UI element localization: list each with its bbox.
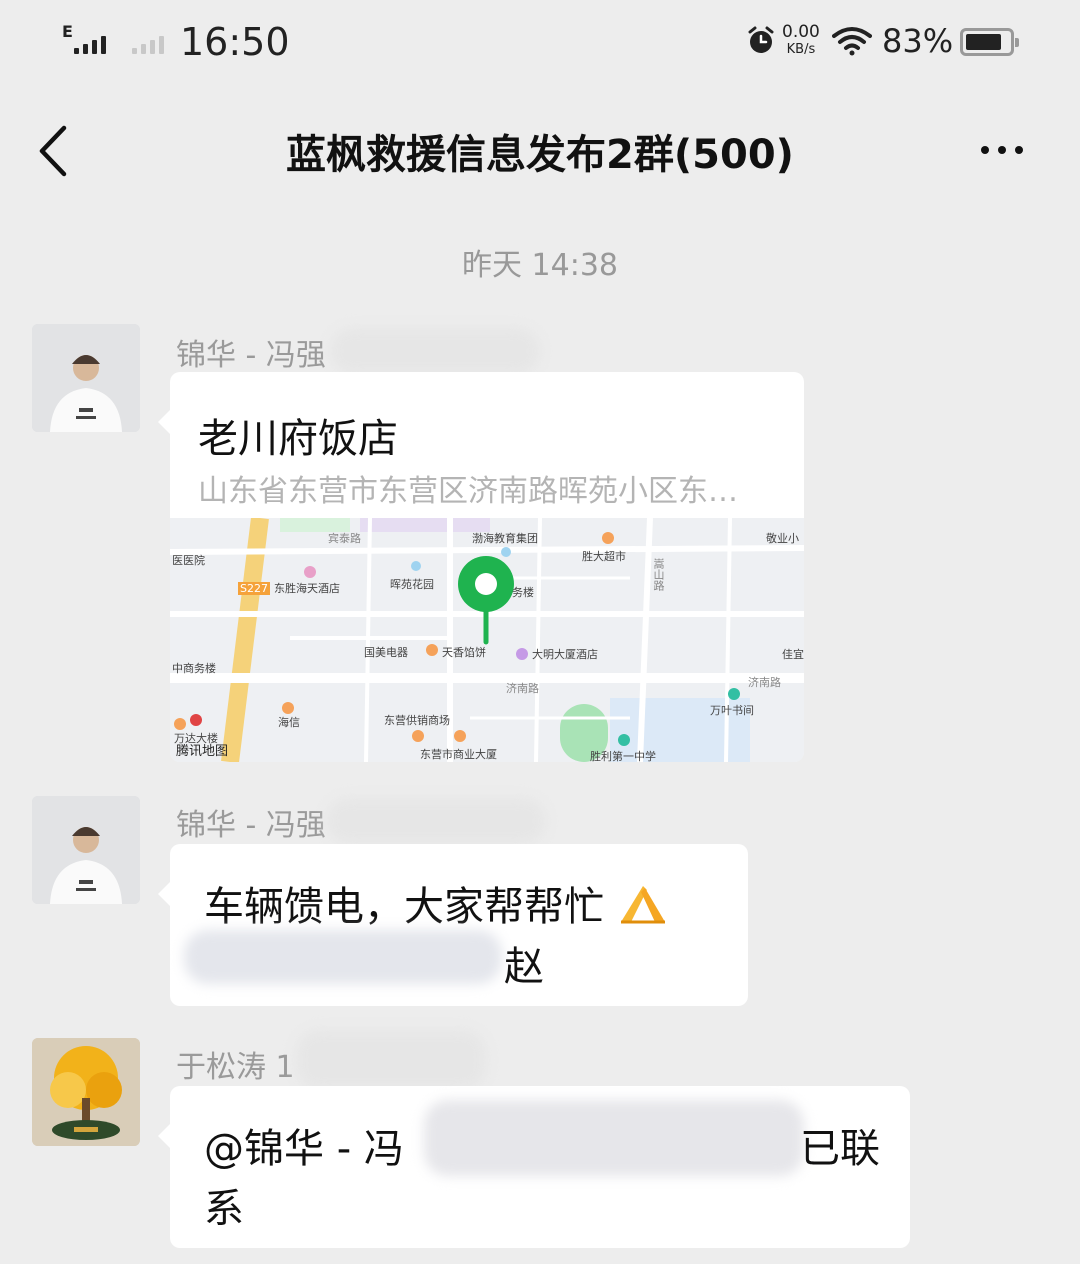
map-label: 东营市商业大厦 [420, 748, 497, 761]
map-graphic [170, 518, 804, 762]
folded-hands-emoji-icon [620, 886, 665, 924]
sender-name: 锦华 - 冯强 [176, 338, 326, 373]
avatar-person-icon [32, 324, 140, 432]
map-label: 务楼 [512, 586, 534, 599]
map-label: 天香馅饼 [442, 646, 486, 659]
message-text-line: 赵 [504, 944, 544, 990]
map-label: 东胜海天酒店 [274, 582, 340, 595]
redaction-blur [184, 930, 502, 984]
message-timestamp: 昨天 14:38 [462, 248, 618, 283]
net-speed: 0.00 KB/s [782, 24, 820, 58]
map-label: 东营供销商场 [384, 714, 450, 727]
avatar-person-icon [32, 796, 140, 904]
map-label: 嵩山路 [652, 558, 665, 591]
battery-icon [960, 28, 1019, 56]
network-type-label: E [62, 22, 73, 41]
redaction-blur [296, 1030, 486, 1090]
status-bar: E 16:50 0.00 KB/s 83% [0, 0, 1080, 90]
map-label: 中商务楼 [172, 662, 216, 675]
money-tree-icon [32, 1038, 140, 1146]
net-speed-unit: KB/s [786, 42, 816, 57]
message-bubble[interactable]: @锦华 - 冯 已联 系 [158, 1086, 910, 1248]
message-bubble[interactable]: 车辆馈电，大家帮帮忙 赵 [158, 844, 748, 1006]
avatar[interactable] [32, 324, 140, 432]
map-label: 海信 [278, 716, 300, 729]
map-label: 大明大厦酒店 [532, 648, 598, 661]
redaction-blur [330, 328, 540, 374]
avatar[interactable] [32, 796, 140, 904]
message-text-line: 车辆馈电，大家帮帮忙 [204, 884, 604, 930]
sender-name: 于松涛 1 [176, 1050, 295, 1085]
map-label: 敬业小 [766, 532, 799, 545]
redaction-blur [424, 1100, 804, 1176]
battery-fill [966, 34, 1001, 50]
signal-strength-icon [74, 30, 106, 54]
map-label: 胜利第一中学 [590, 750, 656, 762]
message-text: 车辆馈电，大家帮帮忙 [204, 874, 669, 932]
map-label: 胜大超市 [582, 550, 626, 563]
message-text-line: 系 [204, 1186, 244, 1232]
avatar[interactable] [32, 1038, 140, 1146]
message-text-line: @锦华 - 冯 [204, 1126, 404, 1172]
map-label: 万叶书间 [710, 704, 754, 717]
battery-percent: 83% [882, 22, 954, 60]
status-time: 16:50 [180, 20, 290, 64]
map-label: 宾泰路 [328, 532, 361, 545]
chat-header: 蓝枫救援信息发布2群(500) [0, 100, 1080, 200]
map-label: S227 [238, 582, 270, 595]
map-label: 佳宜 [782, 648, 804, 661]
location-name: 老川府饭店 [198, 416, 398, 462]
map-label: 济南路 [506, 682, 539, 695]
map-label: 国美电器 [364, 646, 408, 659]
map-label: 医医院 [172, 554, 205, 567]
map-label: 济南路 [748, 676, 781, 689]
map-label: 渤海教育集团 [472, 532, 538, 545]
location-address: 山东省东营市东营区济南路晖苑小区东… [198, 474, 738, 509]
redaction-blur [326, 798, 546, 844]
location-map[interactable]: 宾泰路 渤海教育集团 胜大超市 敬业小 医医院 S227 东胜海天酒店 晖苑花园… [170, 518, 804, 762]
more-dots-icon[interactable] [972, 130, 1032, 170]
net-speed-value: 0.00 [782, 22, 820, 42]
map-provider-logo: 腾讯地图 [176, 744, 229, 759]
alarm-icon [748, 26, 774, 53]
location-card[interactable]: 老川府饭店 山东省东营市东营区济南路晖苑小区东… 宾泰路 渤海教育集团 胜大超市… [158, 372, 804, 762]
signal-strength-secondary-icon [132, 30, 164, 54]
sender-name: 锦华 - 冯强 [176, 808, 326, 843]
map-label: 晖苑花园 [390, 578, 434, 591]
message-text-line: 已联 [800, 1126, 880, 1172]
wifi-icon [832, 27, 872, 56]
chat-title: 蓝枫救援信息发布2群(500) [286, 132, 794, 178]
